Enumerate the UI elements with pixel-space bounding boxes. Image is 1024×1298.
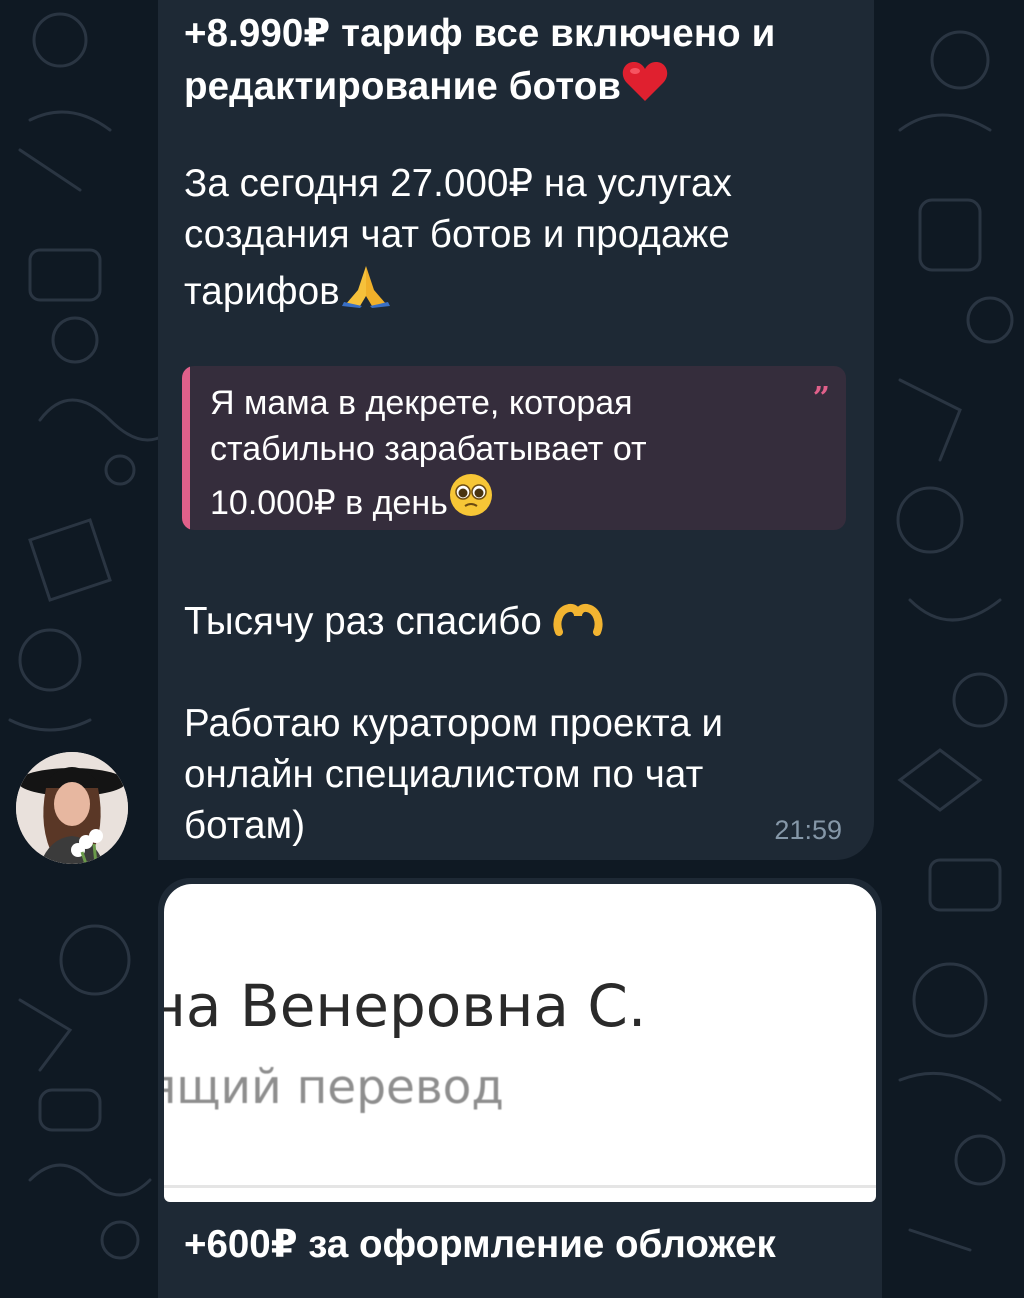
folded-hands-icon	[340, 260, 392, 321]
message-timestamp: 21:59	[774, 815, 842, 845]
message-photo[interactable]: на Венеровна С. ящий перевод	[164, 884, 876, 1202]
message-bubble[interactable]: +8.990₽ тариф все включено и редактирова…	[158, 0, 874, 860]
photo-transfer-label: ящий перевод	[164, 1060, 504, 1115]
photo-divider	[164, 1185, 876, 1188]
message-paragraph: Работаю куратором проекта и онлайн специ…	[184, 702, 724, 847]
message-line: +600₽ за оформление обложек	[184, 1223, 776, 1266]
quote-icon: ”	[812, 381, 830, 416]
message-bubble[interactable]: на Венеровна С. ящий перевод +600₽ за оф…	[158, 878, 882, 1298]
avatar[interactable]	[16, 752, 128, 864]
quote-text: Я мама в декрете, которая стабильно зара…	[210, 380, 647, 530]
quote-block[interactable]: Я мама в декрете, которая стабильно зара…	[182, 366, 846, 530]
photo-recipient-name: на Венеровна С.	[164, 972, 647, 1040]
quote-accent-bar	[182, 366, 190, 530]
pleading-face-icon	[448, 472, 494, 530]
message-line: +8.990₽ тариф все включено и редактирова…	[184, 8, 775, 116]
message-paragraph: За сегодня 27.000₽ на услугах создания ч…	[184, 158, 732, 321]
message-paragraph: Тысячу раз спасибо	[184, 596, 603, 651]
heart-hands-icon	[553, 600, 603, 651]
red-heart-icon	[621, 59, 669, 116]
